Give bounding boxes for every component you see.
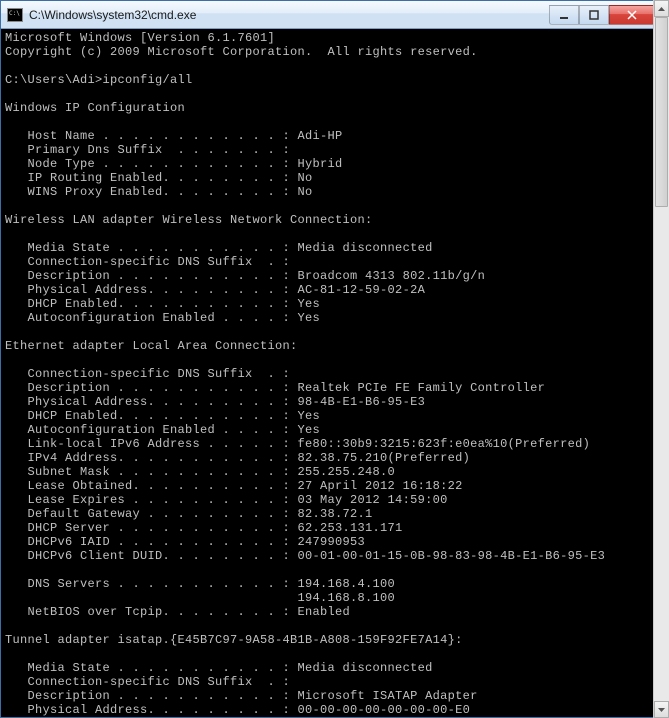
wlan-phys-addr-label: Physical Address. . . . . . . . . : bbox=[5, 283, 298, 297]
scroll-up-button[interactable] bbox=[654, 0, 669, 17]
wlan-title: Wireless LAN adapter Wireless Network Co… bbox=[5, 213, 373, 227]
eth-phys-addr-value: 98-4B-E1-B6-95-E3 bbox=[298, 395, 426, 409]
eth-gateway-value: 82.38.72.1 bbox=[298, 507, 373, 521]
eth-dhcp-srv-value: 62.253.131.171 bbox=[298, 521, 403, 535]
eth-dhcp-en-value: Yes bbox=[298, 409, 321, 423]
wlan-dhcp-en-value: Yes bbox=[298, 297, 321, 311]
isatap-phys-addr-value: 00-00-00-00-00-00-00-E0 bbox=[298, 703, 471, 717]
host-name-label: Host Name . . . . . . . . . . . . : bbox=[5, 129, 298, 143]
wipconf-title: Windows IP Configuration bbox=[5, 101, 185, 115]
wins-proxy-label: WINS Proxy Enabled. . . . . . . . : bbox=[5, 185, 298, 199]
scroll-thumb[interactable] bbox=[655, 17, 668, 207]
wlan-cxn-dns-label: Connection-specific DNS Suffix . : bbox=[5, 255, 290, 269]
header-line1: Microsoft Windows [Version 6.1.7601] bbox=[5, 31, 275, 45]
primary-dns-label: Primary Dns Suffix . . . . . . . : bbox=[5, 143, 290, 157]
scroll-track[interactable] bbox=[654, 17, 669, 701]
eth-netbios-label: NetBIOS over Tcpip. . . . . . . . : bbox=[5, 605, 298, 619]
eth-lease-ob-value: 27 April 2012 16:18:22 bbox=[298, 479, 463, 493]
wlan-phys-addr-value: AC-81-12-59-02-2A bbox=[298, 283, 426, 297]
close-icon bbox=[627, 10, 637, 20]
eth-dns-srv-value2: 194.168.8.100 bbox=[298, 591, 396, 605]
eth-ipv4-label: IPv4 Address. . . . . . . . . . . : bbox=[5, 451, 298, 465]
eth-cxn-dns-label: Connection-specific DNS Suffix . : bbox=[5, 367, 290, 381]
maximize-button[interactable] bbox=[579, 5, 609, 25]
eth-dns-srv-value1: 194.168.4.100 bbox=[298, 577, 396, 591]
eth-lease-ex-label: Lease Expires . . . . . . . . . . : bbox=[5, 493, 298, 507]
eth-ll-ipv6-value: fe80::30b9:3215:623f:e0ea%10(Preferred) bbox=[298, 437, 591, 451]
eth-dhcp-srv-label: DHCP Server . . . . . . . . . . . : bbox=[5, 521, 298, 535]
wlan-media-state-label: Media State . . . . . . . . . . . : bbox=[5, 241, 298, 255]
titlebar[interactable]: C:\Windows\system32\cmd.exe bbox=[1, 1, 657, 29]
isatap-phys-addr-label: Physical Address. . . . . . . . . : bbox=[5, 703, 298, 717]
cmd-icon bbox=[7, 8, 23, 22]
node-type-label: Node Type . . . . . . . . . . . . : bbox=[5, 157, 298, 171]
eth-gateway-label: Default Gateway . . . . . . . . . : bbox=[5, 507, 298, 521]
eth-ipv4-value: 82.38.75.210(Preferred) bbox=[298, 451, 471, 465]
ip-routing-value: No bbox=[298, 171, 313, 185]
eth-duid-label: DHCPv6 Client DUID. . . . . . . . : bbox=[5, 549, 298, 563]
isatap-media-state-label: Media State . . . . . . . . . . . : bbox=[5, 661, 298, 675]
host-name-value: Adi-HP bbox=[298, 129, 343, 143]
isatap-title: Tunnel adapter isatap.{E45B7C97-9A58-4B1… bbox=[5, 633, 463, 647]
wlan-dhcp-en-label: DHCP Enabled. . . . . . . . . . . : bbox=[5, 297, 298, 311]
eth-autoconf-label: Autoconfiguration Enabled . . . . : bbox=[5, 423, 298, 437]
eth-title: Ethernet adapter Local Area Connection: bbox=[5, 339, 298, 353]
eth-subnet-label: Subnet Mask . . . . . . . . . . . : bbox=[5, 465, 298, 479]
eth-netbios-value: Enabled bbox=[298, 605, 351, 619]
ip-routing-label: IP Routing Enabled. . . . . . . . : bbox=[5, 171, 298, 185]
eth-description-value: Realtek PCIe FE Family Controller bbox=[298, 381, 546, 395]
eth-subnet-value: 255.255.248.0 bbox=[298, 465, 396, 479]
isatap-description-value: Microsoft ISATAP Adapter bbox=[298, 689, 478, 703]
chevron-down-icon bbox=[658, 708, 665, 712]
window-title: C:\Windows\system32\cmd.exe bbox=[29, 8, 549, 22]
eth-duid-value: 00-01-00-01-15-0B-98-83-98-4B-E1-B6-95-E… bbox=[298, 549, 606, 563]
eth-description-label: Description . . . . . . . . . . . : bbox=[5, 381, 298, 395]
eth-phys-addr-label: Physical Address. . . . . . . . . : bbox=[5, 395, 298, 409]
eth-dhcp-en-label: DHCP Enabled. . . . . . . . . . . : bbox=[5, 409, 298, 423]
prompt-path: C:\Users\Adi> bbox=[5, 73, 103, 87]
eth-iaid-value: 247990953 bbox=[298, 535, 366, 549]
wlan-autoconf-value: Yes bbox=[298, 311, 321, 325]
chevron-up-icon bbox=[658, 7, 665, 11]
isatap-cxn-dns-label: Connection-specific DNS Suffix . : bbox=[5, 675, 290, 689]
minimize-button[interactable] bbox=[549, 5, 579, 25]
wlan-description-label: Description . . . . . . . . . . . : bbox=[5, 269, 298, 283]
eth-ll-ipv6-label: Link-local IPv6 Address . . . . . : bbox=[5, 437, 298, 451]
wins-proxy-value: No bbox=[298, 185, 313, 199]
vertical-scrollbar bbox=[653, 0, 669, 718]
eth-dns-srv-label: DNS Servers . . . . . . . . . . . : bbox=[5, 577, 298, 591]
wlan-media-state-value: Media disconnected bbox=[298, 241, 433, 255]
eth-iaid-label: DHCPv6 IAID . . . . . . . . . . . : bbox=[5, 535, 298, 549]
eth-lease-ob-label: Lease Obtained. . . . . . . . . . : bbox=[5, 479, 298, 493]
window-controls bbox=[549, 5, 655, 25]
isatap-media-state-value: Media disconnected bbox=[298, 661, 433, 675]
node-type-value: Hybrid bbox=[298, 157, 343, 171]
isatap-description-label: Description . . . . . . . . . . . : bbox=[5, 689, 298, 703]
cmd-window: C:\Windows\system32\cmd.exe Microsoft Wi… bbox=[0, 0, 658, 718]
eth-autoconf-value: Yes bbox=[298, 423, 321, 437]
wlan-description-value: Broadcom 4313 802.11b/g/n bbox=[298, 269, 486, 283]
eth-lease-ex-value: 03 May 2012 14:59:00 bbox=[298, 493, 448, 507]
header-line2: Copyright (c) 2009 Microsoft Corporation… bbox=[5, 45, 478, 59]
terminal-output[interactable]: Microsoft Windows [Version 6.1.7601] Cop… bbox=[1, 29, 657, 717]
eth-dns-srv-pad bbox=[5, 591, 298, 605]
minimize-icon bbox=[559, 10, 569, 20]
scroll-down-button[interactable] bbox=[654, 701, 669, 718]
maximize-icon bbox=[589, 10, 599, 20]
close-button[interactable] bbox=[609, 5, 655, 25]
wlan-autoconf-label: Autoconfiguration Enabled . . . . : bbox=[5, 311, 298, 325]
prompt-cmd: ipconfig/all bbox=[103, 73, 193, 87]
